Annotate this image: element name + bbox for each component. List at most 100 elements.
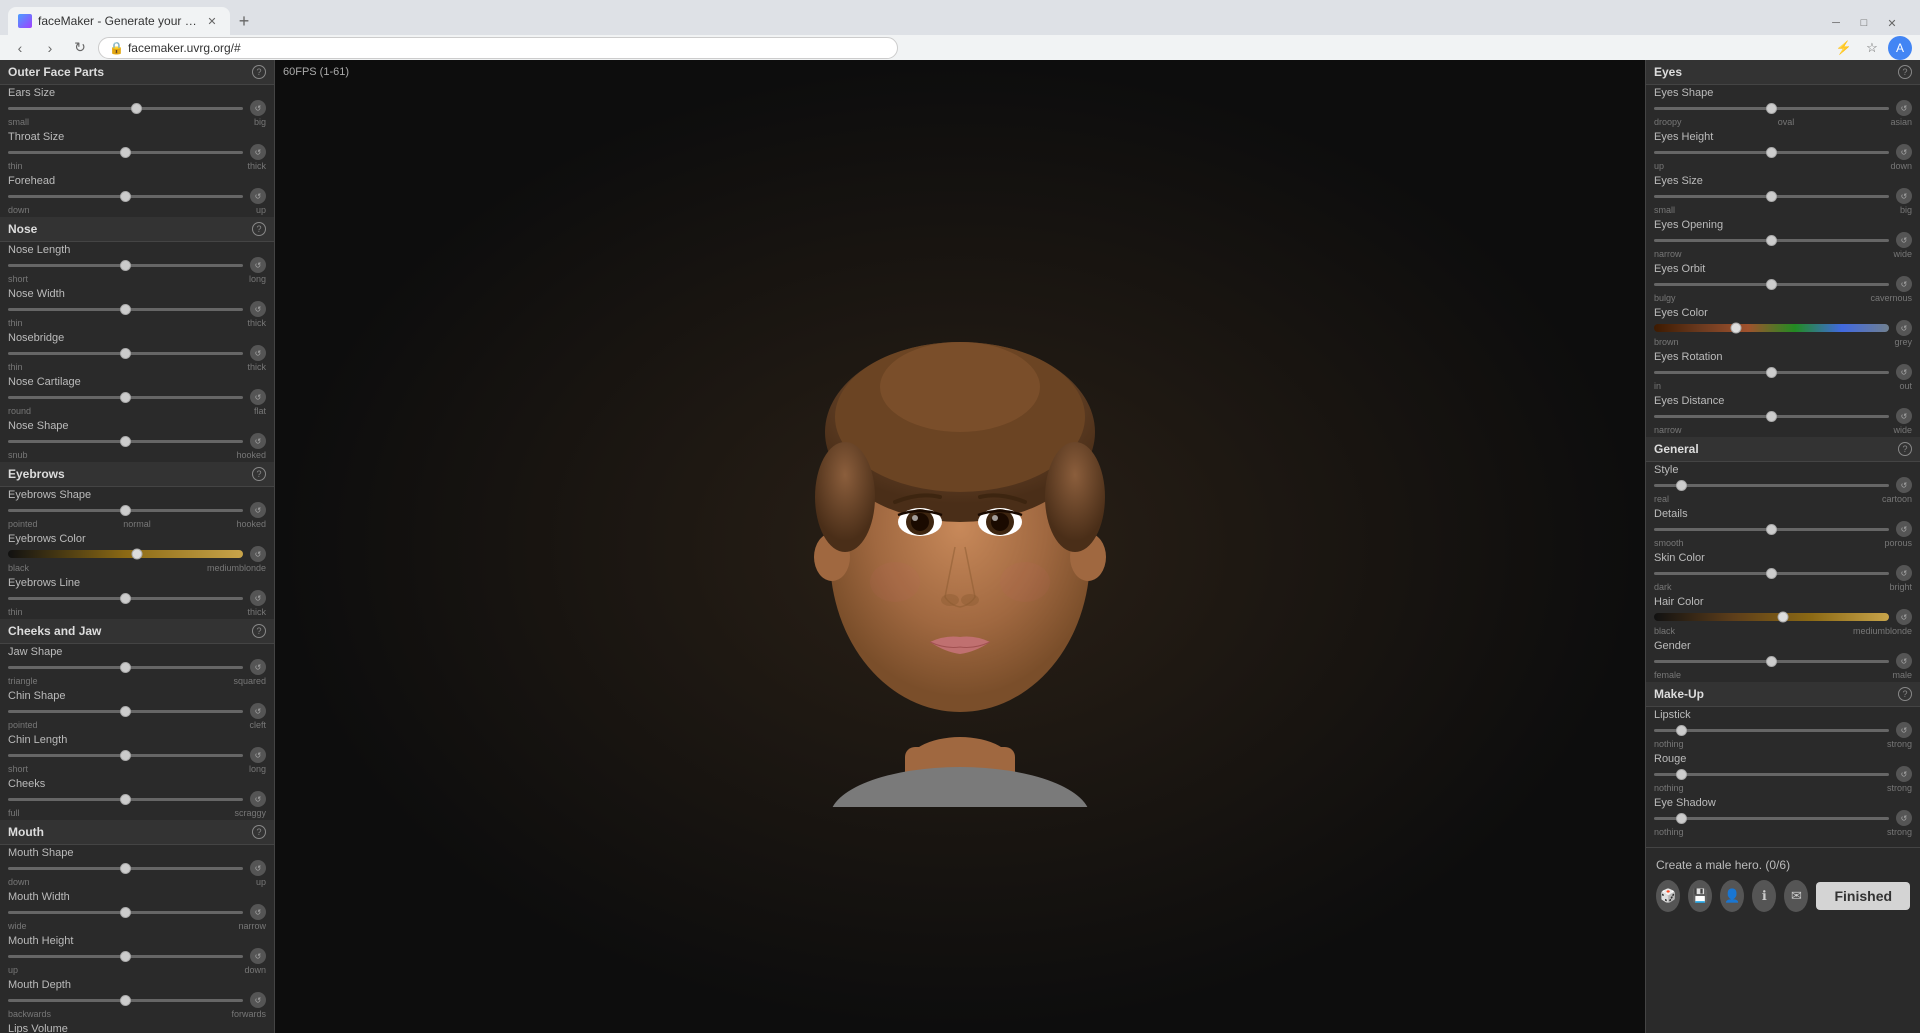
slider-reset-button[interactable]: ↺ <box>1896 653 1912 669</box>
slider-input[interactable] <box>1654 655 1889 667</box>
tab-close-button[interactable]: ✕ <box>204 13 220 29</box>
slider-range-labels: updown <box>8 965 266 975</box>
random-icon-button[interactable]: 🎲 <box>1656 880 1680 912</box>
slider-reset-button[interactable]: ↺ <box>1896 609 1912 625</box>
reload-button[interactable]: ↻ <box>68 36 92 60</box>
slider-input[interactable] <box>8 303 243 315</box>
slider-input[interactable] <box>1654 523 1889 535</box>
slider-reset-button[interactable]: ↺ <box>1896 364 1912 380</box>
slider-reset-button[interactable]: ↺ <box>250 860 266 876</box>
slider-reset-button[interactable]: ↺ <box>250 546 266 562</box>
slider-reset-button[interactable]: ↺ <box>250 904 266 920</box>
slider-input[interactable] <box>8 592 243 604</box>
outer-face-help-icon[interactable]: ? <box>252 65 266 79</box>
slider-reset-button[interactable]: ↺ <box>250 703 266 719</box>
slider-input[interactable] <box>8 994 243 1006</box>
color-slider-thumb[interactable] <box>1778 612 1789 623</box>
slider-reset-button[interactable]: ↺ <box>1896 565 1912 581</box>
slider-reset-button[interactable]: ↺ <box>1896 320 1912 336</box>
slider-reset-button[interactable]: ↺ <box>1896 144 1912 160</box>
slider-reset-button[interactable]: ↺ <box>250 144 266 160</box>
slider-reset-button[interactable]: ↺ <box>250 747 266 763</box>
slider-reset-button[interactable]: ↺ <box>1896 810 1912 826</box>
slider-reset-button[interactable]: ↺ <box>250 389 266 405</box>
slider-inner: ↺ <box>8 433 266 449</box>
slider-input[interactable] <box>8 504 243 516</box>
slider-input[interactable] <box>1654 768 1889 780</box>
color-slider-thumb[interactable] <box>1731 323 1742 334</box>
slider-input[interactable] <box>8 862 243 874</box>
slider-input[interactable] <box>1654 102 1889 114</box>
bookmark-button[interactable]: ☆ <box>1860 36 1884 60</box>
slider-input[interactable] <box>8 347 243 359</box>
slider-reset-button[interactable]: ↺ <box>1896 722 1912 738</box>
mouth-help-icon[interactable]: ? <box>252 825 266 839</box>
nose-help-icon[interactable]: ? <box>252 222 266 236</box>
slider-input[interactable] <box>1654 567 1889 579</box>
active-tab[interactable]: faceMaker - Generate your favo... ✕ <box>8 7 230 35</box>
slider-input[interactable] <box>8 102 243 114</box>
slider-input[interactable] <box>8 793 243 805</box>
slider-reset-button[interactable]: ↺ <box>1896 276 1912 292</box>
slider-input[interactable] <box>8 906 243 918</box>
nose-section-header: Nose ? <box>0 217 274 242</box>
slider-reset-button[interactable]: ↺ <box>1896 100 1912 116</box>
slider-reset-button[interactable]: ↺ <box>250 188 266 204</box>
slider-reset-button[interactable]: ↺ <box>250 659 266 675</box>
slider-reset-button[interactable]: ↺ <box>250 301 266 317</box>
eyebrows-help-icon[interactable]: ? <box>252 467 266 481</box>
slider-reset-button[interactable]: ↺ <box>250 948 266 964</box>
slider-reset-button[interactable]: ↺ <box>1896 766 1912 782</box>
minimize-button[interactable]: ─ <box>1824 11 1848 35</box>
slider-reset-button[interactable]: ↺ <box>250 433 266 449</box>
slider-input[interactable] <box>1654 278 1889 290</box>
maximize-button[interactable]: □ <box>1852 11 1876 35</box>
slider-input[interactable] <box>1654 410 1889 422</box>
slider-input[interactable] <box>8 146 243 158</box>
share-icon-button[interactable]: ✉ <box>1784 880 1808 912</box>
profile-icon-button[interactable]: 👤 <box>1720 880 1744 912</box>
slider-input[interactable] <box>8 705 243 717</box>
back-button[interactable]: ‹ <box>8 36 32 60</box>
slider-reset-button[interactable]: ↺ <box>250 791 266 807</box>
url-bar[interactable]: 🔒 facemaker.uvrg.org/# <box>98 37 898 59</box>
slider-input[interactable] <box>1654 724 1889 736</box>
slider-reset-button[interactable]: ↺ <box>1896 232 1912 248</box>
save-icon-button[interactable]: 💾 <box>1688 880 1712 912</box>
slider-input[interactable] <box>8 435 243 447</box>
forward-button[interactable]: › <box>38 36 62 60</box>
eyes-help-icon[interactable]: ? <box>1898 65 1912 79</box>
slider-reset-button[interactable]: ↺ <box>1896 408 1912 424</box>
slider-reset-button[interactable]: ↺ <box>1896 188 1912 204</box>
slider-input[interactable] <box>8 391 243 403</box>
slider-reset-button[interactable]: ↺ <box>250 345 266 361</box>
slider-reset-button[interactable]: ↺ <box>1896 477 1912 493</box>
info-icon-button[interactable]: ℹ <box>1752 880 1776 912</box>
makeup-help-icon[interactable]: ? <box>1898 687 1912 701</box>
slider-reset-button[interactable]: ↺ <box>250 992 266 1008</box>
general-help-icon[interactable]: ? <box>1898 442 1912 456</box>
slider-input[interactable] <box>1654 479 1889 491</box>
slider-reset-button[interactable]: ↺ <box>250 257 266 273</box>
slider-reset-button[interactable]: ↺ <box>250 100 266 116</box>
slider-input[interactable] <box>8 950 243 962</box>
color-slider-thumb[interactable] <box>132 549 143 560</box>
close-button[interactable]: ✕ <box>1880 11 1904 35</box>
slider-input[interactable] <box>1654 146 1889 158</box>
slider-input[interactable] <box>1654 190 1889 202</box>
cheeks-help-icon[interactable]: ? <box>252 624 266 638</box>
slider-reset-button[interactable]: ↺ <box>250 590 266 606</box>
slider-input[interactable] <box>8 661 243 673</box>
extensions-button[interactable]: ⚡ <box>1832 36 1856 60</box>
slider-input[interactable] <box>8 259 243 271</box>
slider-reset-button[interactable]: ↺ <box>1896 521 1912 537</box>
slider-reset-button[interactable]: ↺ <box>250 502 266 518</box>
slider-input[interactable] <box>8 749 243 761</box>
slider-input[interactable] <box>1654 366 1889 378</box>
slider-input[interactable] <box>8 190 243 202</box>
new-tab-button[interactable]: + <box>230 7 258 35</box>
slider-input[interactable] <box>1654 234 1889 246</box>
slider-input[interactable] <box>1654 812 1889 824</box>
profile-button[interactable]: A <box>1888 36 1912 60</box>
finished-button[interactable]: Finished <box>1816 882 1910 910</box>
